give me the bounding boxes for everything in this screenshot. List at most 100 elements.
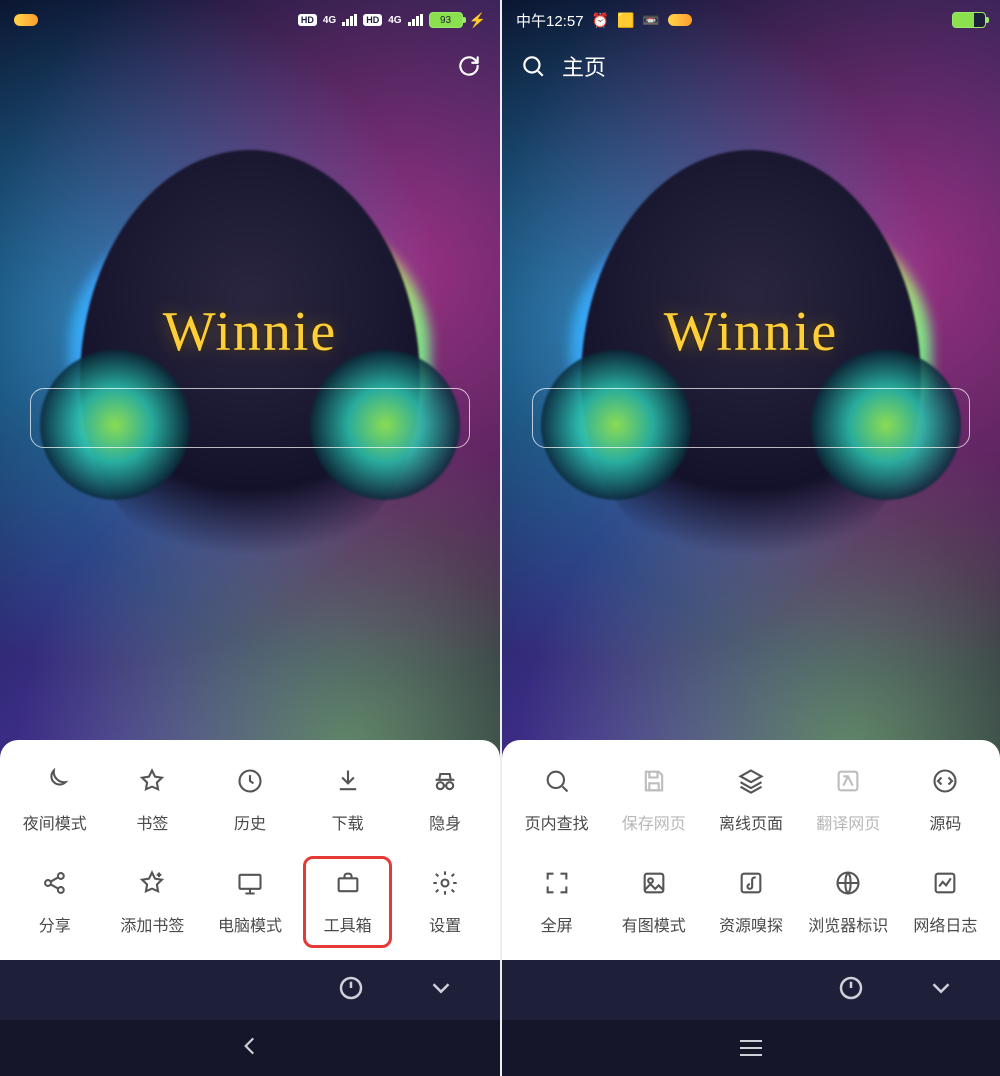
menu-settings[interactable]: 设置 [396,868,494,936]
menu-grid: 夜间模式 书签 历史 下载 隐身 分享 [6,766,494,936]
menu-toolbox[interactable]: 工具箱 [299,868,397,936]
network-label-1: 4G [323,15,336,26]
star-plus-icon [137,868,167,898]
bottom-strip [502,960,1000,1020]
search-button[interactable] [518,51,548,81]
menu-desktop-mode[interactable]: 电脑模式 [201,868,299,936]
netlog-icon [930,868,960,898]
menu-find-in-page[interactable]: 页内查找 [508,766,605,834]
menu-label: 页内查找 [525,810,589,834]
power-button[interactable] [336,973,366,1008]
menu-label: 分享 [39,912,71,936]
menu-label: 书签 [136,810,168,834]
battery-text: 93 [440,15,451,26]
hd-badge-2: HD [363,14,382,26]
refresh-button[interactable] [454,51,484,81]
menu-history[interactable]: 历史 [201,766,299,834]
battery-icon: 93 [429,12,463,28]
share-icon [40,868,70,898]
menu-sniffer[interactable]: 资源嗅探 [702,868,799,936]
clock-icon [235,766,265,796]
download-icon [333,766,363,796]
menu-label: 网络日志 [913,912,977,936]
save-icon [639,766,669,796]
menu-label: 夜间模式 [23,810,87,834]
monitor-icon [235,868,265,898]
status-bar: HD 4G HD 4G 93 ⚡ [0,0,500,40]
menu-label: 浏览器标识 [808,912,888,936]
menu-label: 工具箱 [324,912,372,936]
menu-image-mode[interactable]: 有图模式 [605,868,702,936]
signal-icon-2 [408,14,423,26]
music-note-icon [736,868,766,898]
menu-label: 历史 [234,810,266,834]
menu-label: 全屏 [541,912,573,936]
alarm-icon: ⏰ [592,12,609,29]
system-nav-bar [0,1020,500,1076]
briefcase-icon [333,868,363,898]
menu-label: 下载 [332,810,364,834]
status-pill-icon [14,14,38,26]
menu-label: 离线页面 [719,810,783,834]
fullscreen-icon [542,868,572,898]
menu-incognito[interactable]: 隐身 [396,766,494,834]
header-title: 主页 [562,50,606,82]
menu-add-bookmark[interactable]: 添加书签 [104,868,202,936]
menu-offline-pages[interactable]: 离线页面 [702,766,799,834]
menu-panel: 页内查找 保存网页 离线页面 翻译网页 源码 全屏 [502,740,1000,960]
header-row [0,40,500,92]
system-nav-bar [502,1020,1000,1076]
layers-icon [736,766,766,796]
menu-night-mode[interactable]: 夜间模式 [6,766,104,834]
nav-back-button[interactable] [237,1033,263,1064]
incognito-icon [430,766,460,796]
moon-icon [40,766,70,796]
header-row: 主页 [502,40,1000,92]
menu-panel: 夜间模式 书签 历史 下载 隐身 分享 [0,740,500,960]
star-icon [137,766,167,796]
menu-label: 设置 [429,912,461,936]
menu-label: 隐身 [429,810,461,834]
menu-translate[interactable]: 翻译网页 [800,766,897,834]
menu-download[interactable]: 下载 [299,766,397,834]
menu-bookmarks[interactable]: 书签 [104,766,202,834]
menu-fullscreen[interactable]: 全屏 [508,868,605,936]
phone-left: Winnie HD 4G HD 4G 93 ⚡ 夜间模式 书签 [0,0,500,1076]
translate-icon [833,766,863,796]
globe-icon [833,868,863,898]
signal-icon-1 [342,14,357,26]
hd-badge-1: HD [298,14,317,26]
status-time: 中午12:57 [516,10,584,31]
menu-share[interactable]: 分享 [6,868,104,936]
collapse-button[interactable] [926,973,956,1008]
collapse-button[interactable] [426,973,456,1008]
menu-net-log[interactable]: 网络日志 [897,868,994,936]
menu-grid: 页内查找 保存网页 离线页面 翻译网页 源码 全屏 [508,766,994,936]
charging-icon: ⚡ [469,12,486,29]
nav-menu-button[interactable] [740,1040,762,1056]
network-label-2: 4G [388,15,401,26]
wallpaper-title: Winnie [664,300,839,364]
menu-save-page[interactable]: 保存网页 [605,766,702,834]
menu-label: 源码 [929,810,961,834]
search-chat-icon [542,766,572,796]
status-bar: 中午12:57 ⏰ 🟨 📼 [502,0,1000,40]
wallpaper-title: Winnie [163,300,338,364]
code-icon [930,766,960,796]
image-icon [639,868,669,898]
refresh-icon [456,53,482,79]
search-input-outline[interactable] [30,388,470,448]
menu-source-code[interactable]: 源码 [897,766,994,834]
menu-ua-string[interactable]: 浏览器标识 [800,868,897,936]
menu-label: 翻译网页 [816,810,880,834]
search-input-outline[interactable] [532,388,970,448]
box-icon: 📼 [642,12,659,29]
power-button[interactable] [836,973,866,1008]
status-pill-icon [668,14,692,26]
phone-right: Winnie 中午12:57 ⏰ 🟨 📼 主页 页内查找 保存 [500,0,1000,1076]
bottom-strip [0,960,500,1020]
menu-label: 保存网页 [622,810,686,834]
menu-label: 有图模式 [622,912,686,936]
menu-label: 电脑模式 [218,912,282,936]
gear-icon [430,868,460,898]
